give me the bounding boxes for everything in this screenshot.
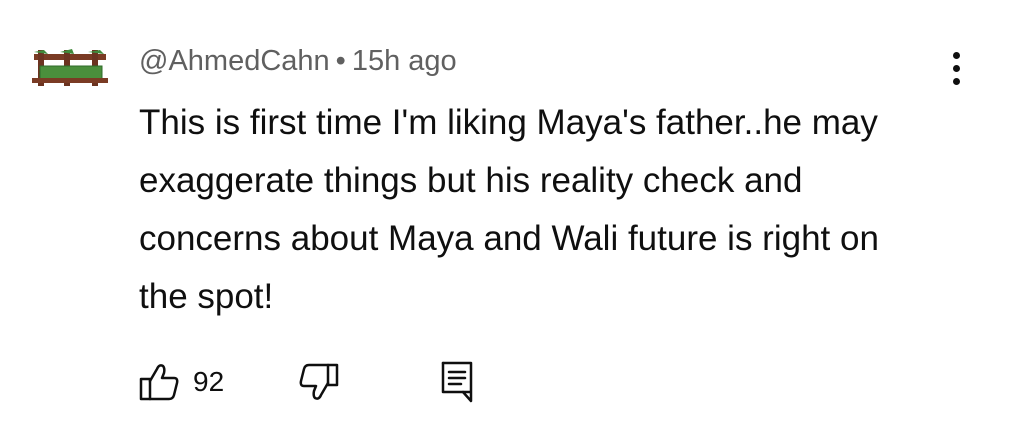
meta-separator: • — [335, 45, 346, 77]
like-button[interactable]: 92 — [139, 360, 224, 404]
comment-header: @AhmedCahn • 15h ago — [139, 36, 939, 86]
comment-text: This is first time I'm liking Maya's fat… — [139, 103, 879, 316]
more-vertical-icon-dot — [952, 77, 960, 85]
comment-item: @AhmedCahn • 15h ago This is first time I'… — [0, 0, 1024, 440]
more-vertical-icon-dot — [952, 64, 960, 72]
reply-button[interactable] — [439, 360, 475, 404]
comment-body: @AhmedCahn • 15h ago This is first time I'… — [139, 36, 939, 326]
comment-icon — [439, 360, 475, 404]
thumbs-down-icon — [297, 362, 339, 402]
more-options-button[interactable] — [940, 48, 972, 88]
comment-timestamp[interactable]: 15h ago — [352, 45, 457, 77]
thumbs-up-icon — [139, 362, 181, 402]
dislike-button[interactable] — [297, 360, 339, 404]
avatar[interactable] — [30, 48, 110, 88]
author-name[interactable]: @AhmedCahn — [139, 45, 330, 77]
comment-actions: 92 — [139, 360, 539, 404]
like-count: 92 — [193, 366, 225, 397]
more-vertical-icon — [952, 51, 960, 59]
